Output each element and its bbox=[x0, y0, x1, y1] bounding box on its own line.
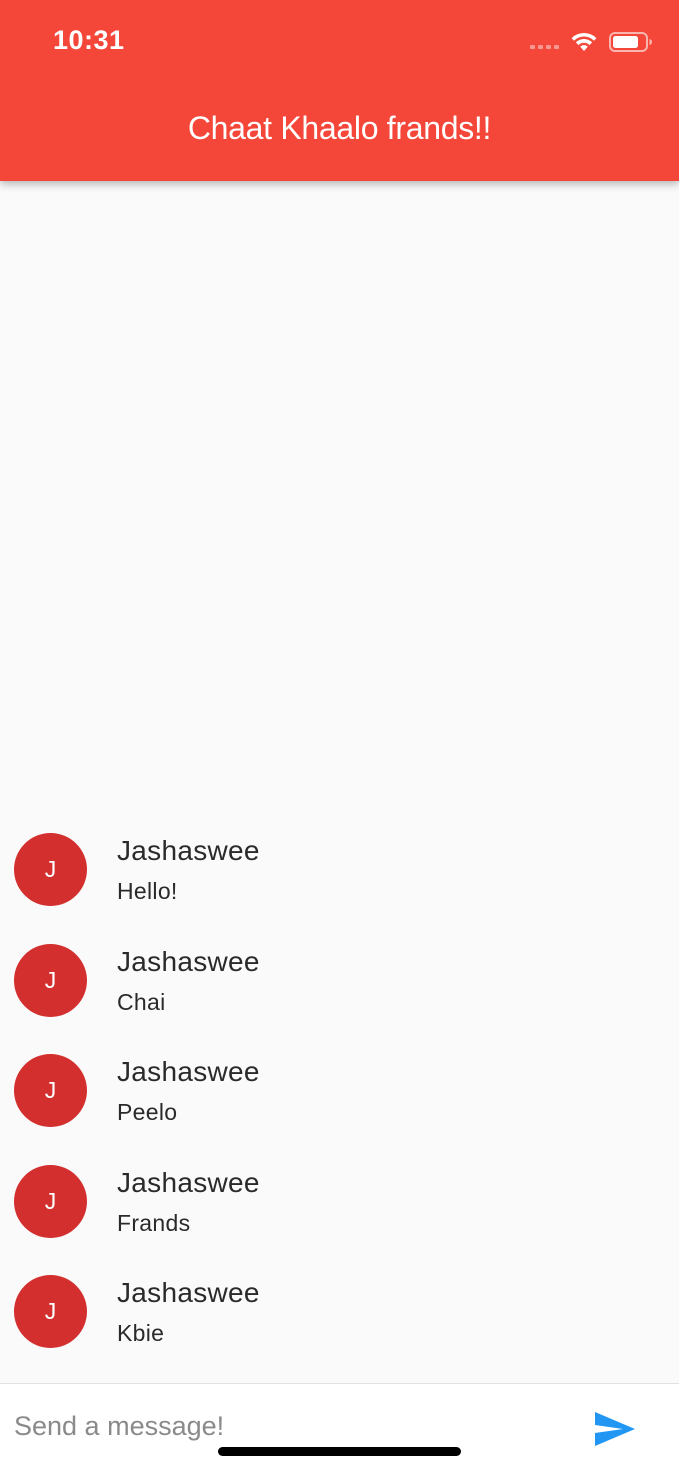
avatar: J bbox=[14, 1164, 87, 1238]
message-item: J Jashaswee Kbie bbox=[0, 1257, 679, 1368]
avatar: J bbox=[14, 1275, 87, 1348]
message-text: Peelo bbox=[117, 1099, 178, 1125]
status-time: 10:31 bbox=[53, 25, 125, 55]
app-bar: 10:31 Chaat Khaalo frands!! bbox=[0, 0, 679, 181]
cellular-signal-icon bbox=[530, 45, 559, 49]
sender-name: Jashaswee bbox=[117, 1166, 260, 1198]
message-text: Hello! bbox=[117, 878, 178, 904]
message-input[interactable] bbox=[14, 1406, 554, 1446]
avatar: J bbox=[14, 833, 87, 906]
message-composer bbox=[0, 1383, 679, 1472]
message-text: Frands bbox=[117, 1209, 191, 1236]
message-item: J Jashaswee Chai bbox=[0, 926, 679, 1037]
sender-name: Jashaswee bbox=[117, 1277, 260, 1308]
sender-name: Jashaswee bbox=[117, 945, 260, 977]
avatar: J bbox=[14, 1054, 87, 1127]
message-item: J Jashaswee Frands bbox=[0, 1147, 679, 1258]
message-text: Chai bbox=[117, 988, 166, 1015]
battery-icon bbox=[609, 32, 652, 52]
app-title: Chaat Khaalo frands!! bbox=[187, 110, 492, 146]
wifi-icon bbox=[571, 32, 597, 51]
status-icons bbox=[530, 30, 653, 54]
message-item: J Jashaswee Peelo bbox=[0, 1036, 679, 1147]
home-indicator bbox=[218, 1447, 461, 1456]
message-list: J Jashaswee Hello! J Jashaswee Chai J Ja… bbox=[0, 815, 679, 1368]
send-icon[interactable] bbox=[593, 1410, 637, 1448]
message-item: J Jashaswee Hello! bbox=[0, 815, 679, 926]
sender-name: Jashaswee bbox=[117, 1056, 260, 1087]
sender-name: Jashaswee bbox=[117, 835, 260, 866]
message-text: Kbie bbox=[117, 1320, 165, 1346]
avatar: J bbox=[14, 943, 87, 1017]
